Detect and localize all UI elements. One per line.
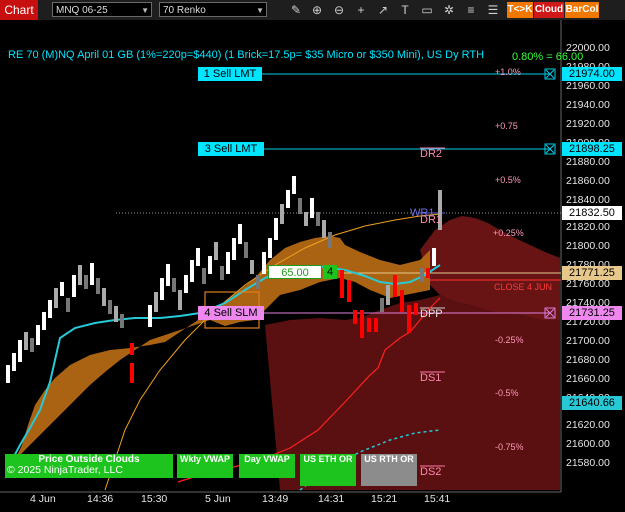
y-tick: 21700.00 (566, 335, 610, 347)
zoom-out-icon[interactable]: ⊖ (331, 2, 347, 18)
y-tick: 21940.00 (566, 99, 610, 111)
y-tick: 21680.00 (566, 354, 610, 366)
order-price-label[interactable]: 21974.00 (562, 67, 622, 81)
pivot-dpp: DPP (420, 308, 443, 320)
us-eth-or-button[interactable]: US ETH OR (300, 454, 356, 486)
y-tick: 21820.00 (566, 221, 610, 233)
fill-price-label: 21771.25 (562, 266, 622, 280)
pivot-ds1: DS1 (420, 372, 442, 384)
order-price-label[interactable]: 21898.25 (562, 142, 622, 156)
x-tick: 15:30 (141, 493, 168, 505)
magnifier-icon[interactable]: ⊕ (309, 2, 325, 18)
position-pnl[interactable]: 65.00 (268, 265, 322, 279)
pct-level: -0.5% (495, 388, 519, 398)
y-tick: 21600.00 (566, 438, 610, 450)
x-tick: 14:36 (87, 493, 114, 505)
settings-icon[interactable]: ✲ (441, 2, 457, 18)
x-tick: 15:41 (424, 493, 451, 505)
cloud-button[interactable]: Cloud (534, 2, 564, 18)
x-tick: 5 Jun (205, 493, 231, 505)
y-tick: 21920.00 (566, 118, 610, 130)
y-tick: 21580.00 (566, 457, 610, 469)
y-tick: 21800.00 (566, 240, 610, 252)
draw-line-icon[interactable]: ↗ (375, 2, 391, 18)
pencil-icon[interactable]: ✎ (288, 2, 304, 18)
barcol-button[interactable]: BarCol (565, 2, 599, 18)
y-tick: 21860.00 (566, 175, 610, 187)
chart-tab[interactable]: Chart (0, 0, 38, 20)
crosshair-icon[interactable]: + (353, 2, 369, 18)
dashed-ma-price-label: 21640.66 (562, 396, 622, 410)
order-label-sell-lmt-3[interactable]: 3 Sell LMT (198, 142, 264, 156)
pct-level: -0.25% (495, 335, 524, 345)
us-rth-or-button[interactable]: US RTH OR (361, 454, 417, 486)
last-price-label: 21832.50 (562, 206, 622, 220)
tk-button[interactable]: T<>K (507, 2, 533, 18)
order-label-sell-lmt-1[interactable]: 1 Sell LMT (198, 67, 262, 81)
y-tick: 21880.00 (566, 156, 610, 168)
y-tick: 21660.00 (566, 373, 610, 385)
pct-level: +0.25% (493, 228, 524, 238)
list-icon[interactable]: ≡ (463, 2, 479, 18)
y-tick: 21960.00 (566, 80, 610, 92)
chart-title: RE 70 (M)NQ April 01 GB (1%=220p=$440) (… (8, 49, 485, 61)
pct-level: +0.5% (495, 175, 521, 185)
price-outside-clouds-button[interactable]: Price Outside Clouds © 2025 NinjaTrader,… (5, 454, 173, 478)
pct-level: -0.75% (495, 442, 524, 452)
position-qty[interactable]: 4 (323, 265, 337, 279)
chevron-down-icon: ▼ (141, 6, 149, 15)
instrument-selector[interactable]: MNQ 06-25 ▼ (52, 2, 152, 17)
day-vwap-button[interactable]: Day VWAP (239, 454, 295, 478)
chart-toolbar: Chart MNQ 06-25 ▼ 70 Renko ▼ ✎ ⊕ ⊖ + ↗ T… (0, 0, 625, 21)
x-tick: 15:21 (371, 493, 398, 505)
pct-level: +1.0% (495, 67, 521, 77)
text-icon[interactable]: T (397, 2, 413, 18)
y-tick: 21620.00 (566, 419, 610, 431)
pivot-ds2: DS2 (420, 466, 442, 478)
price-chart[interactable]: RE 70 (M)NQ April 01 GB (1%=220p=$440) (… (0, 20, 625, 512)
chevron-down-icon: ▼ (256, 6, 264, 15)
x-tick: 13:49 (262, 493, 289, 505)
wkly-vwap-button[interactable]: Wkly VWAP (177, 454, 233, 478)
order-label-sell-slm-4[interactable]: 4 Sell SLM (198, 306, 264, 320)
bar-type-selector[interactable]: 70 Renko ▼ (159, 2, 267, 17)
y-tick: 22000.00 (566, 42, 610, 54)
pct-level: +0.75 (495, 121, 518, 131)
bar-type-value: 70 Renko (163, 5, 206, 16)
x-tick: 14:31 (318, 493, 345, 505)
copyright: © 2025 NinjaTrader, LLC (7, 464, 123, 476)
data-box-icon[interactable]: ▭ (419, 2, 435, 18)
y-tick: 21840.00 (566, 194, 610, 206)
x-tick: 4 Jun (30, 493, 56, 505)
pivot-dr2: DR2 (420, 148, 443, 160)
pivot-dr1: DR1 (420, 214, 443, 226)
close-4jun-label: CLOSE 4 JUN (494, 282, 553, 292)
properties-icon[interactable]: ☰ (485, 2, 501, 18)
instrument-value: MNQ 06-25 (56, 5, 108, 16)
order-price-label[interactable]: 21731.25 (562, 306, 622, 320)
